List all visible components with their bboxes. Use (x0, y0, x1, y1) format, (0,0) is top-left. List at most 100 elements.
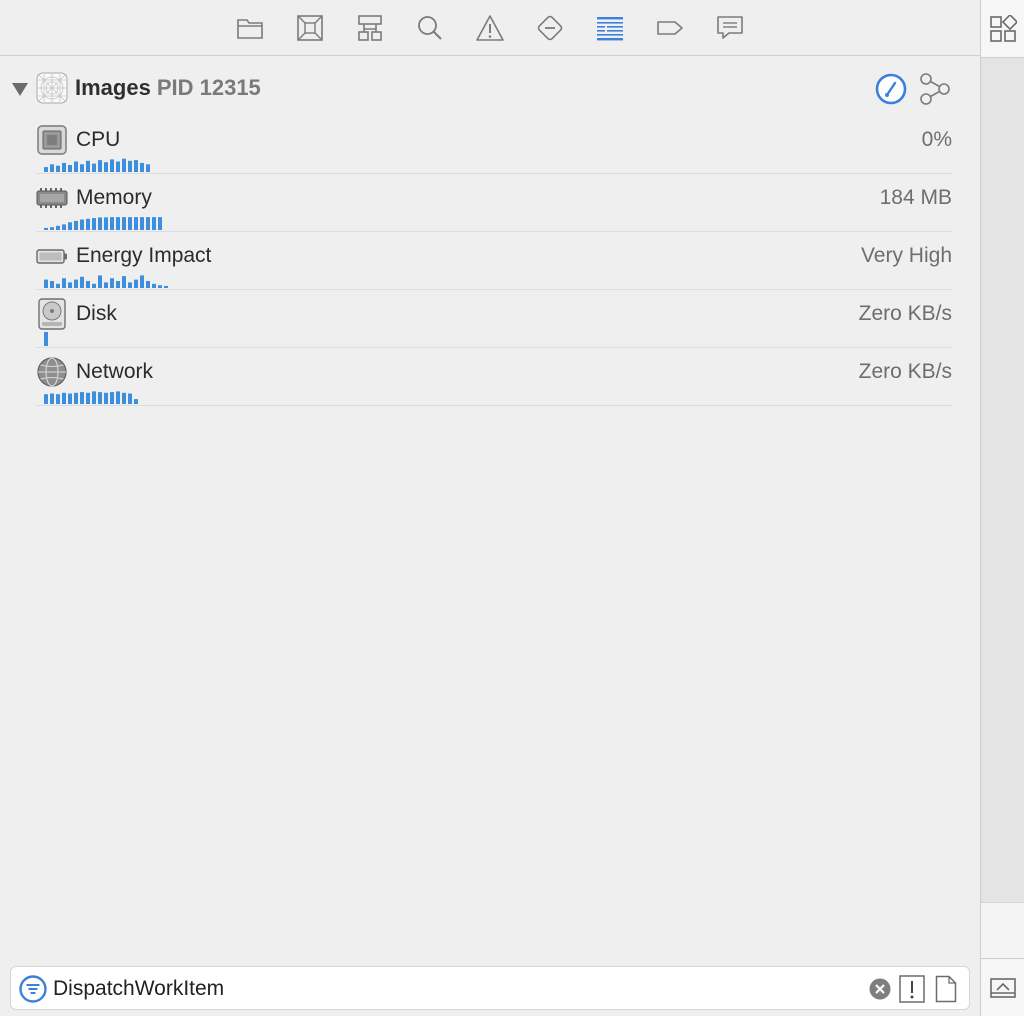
sparkline-bar (92, 283, 96, 288)
project-navigator-button[interactable] (220, 8, 280, 48)
sparkline-bar (122, 276, 126, 288)
sparkline-bar (74, 220, 78, 230)
sparkline-bar (116, 391, 120, 404)
sparkline-bar (86, 281, 90, 288)
gauge-row-network[interactable]: Network Zero KB/s (36, 348, 952, 406)
sparkline-bar (110, 159, 114, 172)
object-library-button[interactable] (981, 0, 1024, 58)
sparkline-bar (104, 282, 108, 288)
sparkline-bar (128, 217, 132, 230)
sparkline-bar (86, 218, 90, 230)
sparkline-bar (134, 399, 138, 404)
sparkline-bar (44, 167, 48, 172)
sparkline-bar (98, 392, 102, 404)
test-navigator-button[interactable] (520, 8, 580, 48)
sparkline-bar (140, 217, 144, 230)
memory-sparkline (44, 217, 162, 230)
sparkline-bar (56, 165, 60, 172)
report-navigator-button[interactable] (700, 8, 760, 48)
debug-list-icon (597, 16, 623, 40)
source-control-icon (297, 14, 323, 41)
gauge-label: Energy Impact (76, 244, 212, 267)
debug-navigator-button[interactable] (580, 8, 640, 48)
disk-sparkline (44, 332, 48, 346)
debug-navigator-panel: Images PID 12315 CPU 0% Memory 184 MB En… (0, 0, 980, 1016)
sparkline-bar (56, 225, 60, 230)
sparkline-bar (92, 218, 96, 230)
sparkline-bar (98, 275, 102, 288)
search-icon (418, 15, 442, 40)
sparkline-bar (152, 283, 156, 288)
sparkline-bar (146, 281, 150, 288)
battery-icon (36, 249, 67, 264)
process-title: Images PID 12315 (75, 75, 261, 101)
process-row[interactable]: Images PID 12315 (0, 66, 980, 110)
energy-sparkline (44, 275, 168, 288)
filter-input[interactable] (53, 973, 853, 1005)
issue-navigator-button[interactable] (460, 8, 520, 48)
sparkline-bar (80, 164, 84, 172)
gauge-value: 0% (921, 128, 952, 151)
network-globe-icon (37, 357, 67, 387)
process-name: Images (75, 75, 151, 100)
filter-icon[interactable] (19, 975, 47, 1003)
clear-circle-icon[interactable] (869, 978, 891, 1000)
sparkline-bar (86, 392, 90, 404)
disclosure-triangle-icon[interactable] (10, 80, 30, 98)
sparkline-bar (110, 392, 114, 404)
gauge-row-disk[interactable]: Disk Zero KB/s (36, 290, 952, 348)
sparkline-bar (50, 227, 54, 230)
sparkline-bar (62, 392, 66, 404)
sparkline-bar (158, 217, 162, 230)
sparkline-bar (134, 160, 138, 172)
sparkline-bar (80, 392, 84, 404)
network-sparkline (44, 391, 138, 404)
filter-bar (10, 966, 970, 1010)
sparkline-bar (62, 162, 66, 172)
sparkline-bar (134, 279, 138, 288)
show-debug-area-button[interactable] (981, 958, 1024, 1016)
gauge-label: CPU (76, 128, 121, 151)
folder-icon (237, 18, 263, 39)
sparkline-bar (74, 161, 78, 172)
sparkline-bar (44, 332, 48, 346)
sparkline-bar (116, 281, 120, 288)
sparkline-bar (92, 391, 96, 404)
sparkline-bar (98, 217, 102, 230)
app-icon (36, 72, 68, 104)
disk-drive-icon (38, 298, 66, 330)
sparkline-bar (164, 285, 168, 288)
sparkline-bar (62, 224, 66, 230)
breakpoint-navigator-button[interactable] (640, 8, 700, 48)
sparkline-bar (128, 393, 132, 404)
sparkline-bar (122, 392, 126, 404)
sparkline-bar (62, 278, 66, 288)
sparkline-bar (116, 217, 120, 230)
sparkline-bar (152, 217, 156, 230)
report-bubble-icon (717, 15, 743, 39)
issue-filter-icon[interactable] (899, 975, 925, 1003)
source-control-navigator-button[interactable] (280, 8, 340, 48)
library-grid-icon (990, 14, 1017, 42)
document-icon[interactable] (935, 975, 957, 1003)
gauge-value: Zero KB/s (858, 302, 952, 325)
sparkline-bar (146, 164, 150, 172)
gauge-label: Network (76, 360, 154, 383)
debug-gauges-icon[interactable] (874, 72, 908, 106)
gauge-label: Disk (76, 302, 117, 325)
gauge-row-memory[interactable]: Memory 184 MB (36, 174, 952, 232)
sparkline-bar (56, 283, 60, 288)
sparkline-bar (128, 160, 132, 172)
process-graph-icon[interactable] (917, 72, 953, 106)
test-diamond-icon (537, 15, 563, 40)
sparkline-bar (68, 222, 72, 230)
sparkline-bar (86, 160, 90, 172)
find-navigator-button[interactable] (400, 8, 460, 48)
utilities-sidebar (980, 0, 1024, 1016)
gauge-row-cpu[interactable]: CPU 0% (36, 116, 952, 174)
symbol-navigator-button[interactable] (340, 8, 400, 48)
gauge-row-energy-impact[interactable]: Energy Impact Very High (36, 232, 952, 290)
sparkline-bar (74, 392, 78, 404)
hierarchy-icon (358, 14, 382, 41)
sparkline-bar (98, 160, 102, 172)
